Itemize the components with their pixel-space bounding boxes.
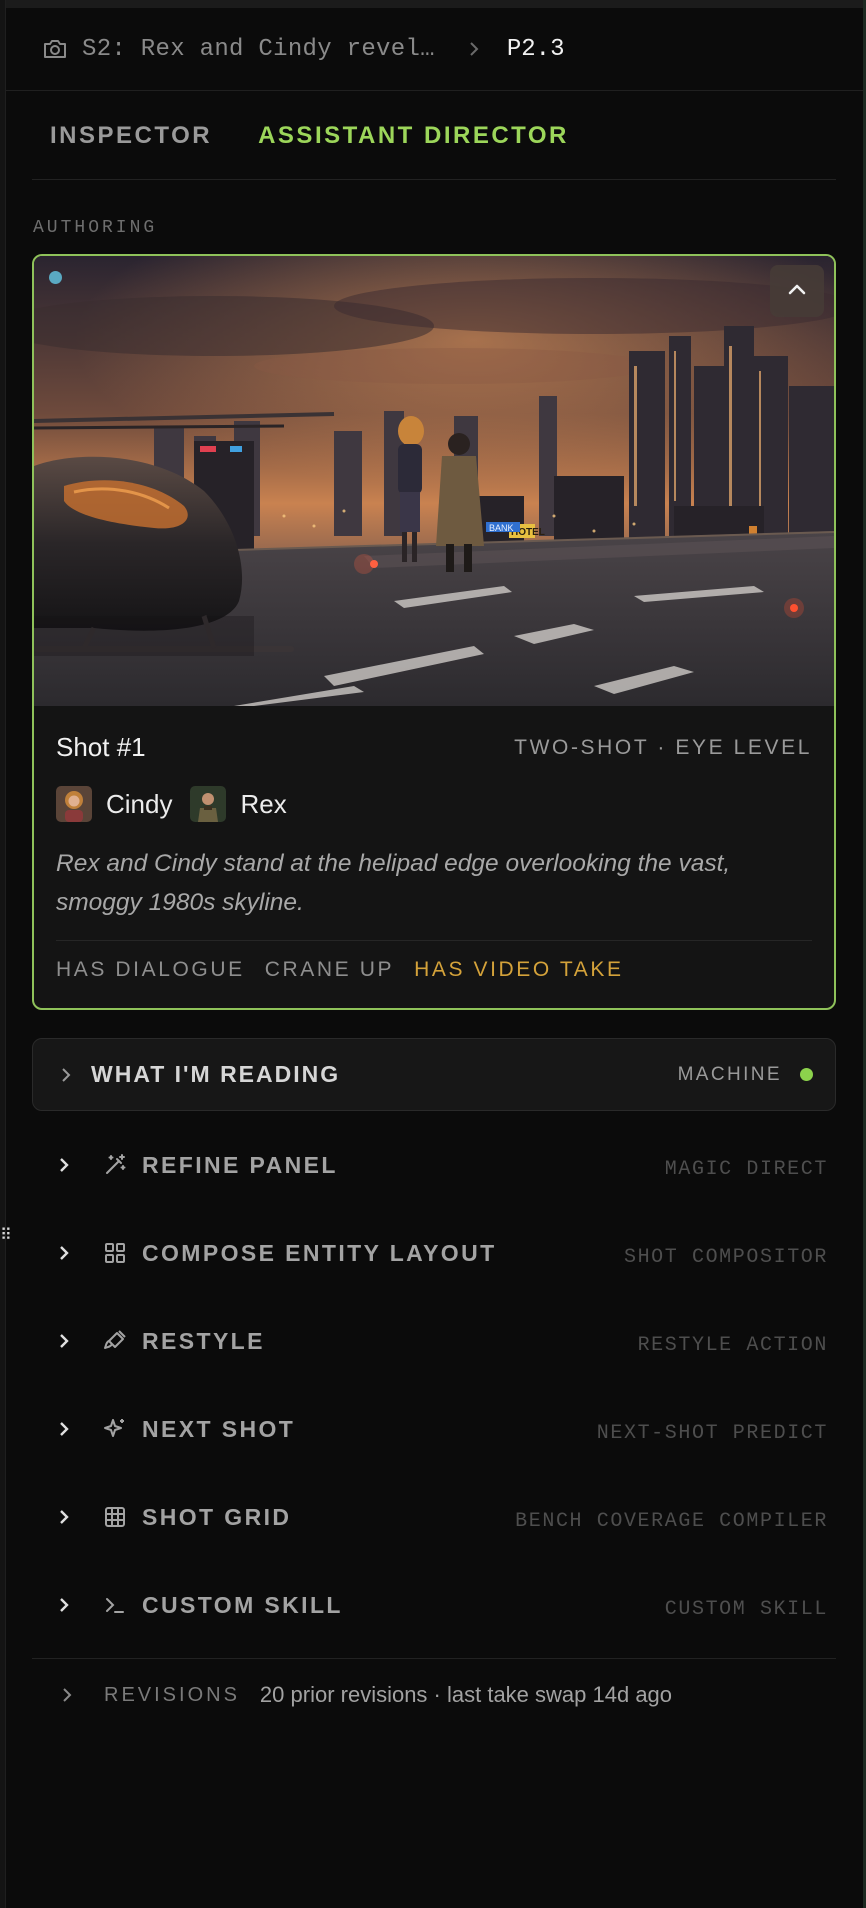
revisions-section[interactable]: REVISIONS 20 prior revisions · last take…	[62, 1670, 672, 1720]
revisions-label: REVISIONS	[104, 1683, 240, 1706]
character-chip[interactable]: Cindy	[56, 786, 172, 822]
chevron-right-icon	[58, 1508, 92, 1526]
skill-source: BENCH COVERAGE COMPILER	[515, 1509, 828, 1533]
skill-source: MAGIC DIRECT	[664, 1157, 828, 1181]
skill-label: SHOT GRID	[142, 1503, 292, 1530]
shot-tags: HAS DIALOGUE CRANE UP HAS VIDEO TAKE	[56, 958, 644, 982]
reading-source: MACHINE	[677, 1063, 782, 1085]
chevron-right-icon	[55, 1067, 77, 1083]
app-root: ⠿ S2: Rex and Cindy revel… P2.3 INSPECTO…	[0, 0, 866, 1908]
shot-thumbnail[interactable]: HOTEL BANK	[34, 256, 834, 706]
breadcrumb-shot-id: P2.3	[506, 35, 565, 63]
skill-custom-skill[interactable]: CUSTOM SKILL CUSTOM SKILL	[58, 1575, 828, 1635]
chevron-right-icon	[58, 1420, 92, 1438]
skill-source: NEXT-SHOT PREDICT	[596, 1421, 828, 1445]
tag-crane-up: CRANE UP	[264, 958, 395, 981]
skill-source: SHOT COMPOSITOR	[623, 1245, 828, 1269]
breadcrumb: S2: Rex and Cindy revel… P2.3	[6, 8, 863, 91]
grid-icon	[102, 1504, 128, 1530]
chevron-right-icon	[465, 40, 483, 58]
chevron-right-icon	[62, 1687, 82, 1703]
chevron-right-icon	[58, 1156, 92, 1174]
tag-has-video-take[interactable]: HAS VIDEO TAKE	[414, 958, 624, 982]
character-name: Rex	[240, 788, 287, 819]
shot-framing: TWO-SHOT · EYE LEVEL	[514, 736, 812, 759]
skill-label: COMPOSE ENTITY LAYOUT	[142, 1239, 497, 1266]
revisions-info: 20 prior revisions · last take swap 14d …	[259, 1682, 673, 1707]
sparkles-icon	[102, 1416, 128, 1442]
chevron-right-icon	[58, 1332, 92, 1350]
character-list: Cindy Rex	[56, 786, 305, 822]
panel-tabs: INSPECTOR ASSISTANT DIRECTOR	[32, 92, 836, 180]
tab-assistant-director[interactable]: ASSISTANT DIRECTOR	[240, 122, 587, 150]
collapse-button[interactable]	[770, 265, 824, 317]
tab-inspector[interactable]: INSPECTOR	[32, 122, 230, 150]
reading-label: WHAT I'M READING	[91, 1061, 341, 1087]
skill-restyle[interactable]: RESTYLE RESTYLE ACTION	[58, 1311, 828, 1371]
what-im-reading-section[interactable]: WHAT I'M READING MACHINE	[32, 1038, 836, 1111]
skill-label: NEXT SHOT	[142, 1415, 296, 1442]
skill-source: CUSTOM SKILL	[664, 1597, 828, 1621]
section-label-authoring: AUTHORING	[33, 218, 158, 238]
skill-label: RESTYLE	[142, 1327, 265, 1354]
skill-compose-entity-layout[interactable]: COMPOSE ENTITY LAYOUT SHOT COMPOSITOR	[58, 1223, 828, 1283]
skill-source: RESTYLE ACTION	[637, 1333, 828, 1357]
card-divider	[56, 940, 812, 941]
shot-description: Rex and Cindy stand at the helipad edge …	[56, 850, 731, 916]
chevron-right-icon	[58, 1244, 92, 1262]
bank-sign: BANK	[489, 523, 514, 533]
skill-refine-panel[interactable]: REFINE PANEL MAGIC DIRECT	[58, 1135, 828, 1195]
paintbrush-icon	[102, 1328, 128, 1354]
rex-avatar	[190, 786, 227, 822]
camera-icon	[42, 36, 68, 62]
shot-card[interactable]: HOTEL BANK Shot #1 TWO-SHOT · EYE LEVEL …	[32, 254, 836, 1010]
skill-next-shot[interactable]: NEXT SHOT NEXT-SHOT PREDICT	[58, 1399, 828, 1459]
skill-label: CUSTOM SKILL	[142, 1591, 343, 1618]
top-strip	[0, 0, 866, 8]
chevron-up-icon	[787, 282, 807, 301]
character-name: Cindy	[106, 788, 173, 819]
revisions-divider	[32, 1658, 836, 1659]
shot-title: Shot #1	[56, 732, 146, 762]
status-dot	[49, 271, 62, 284]
skill-label: REFINE PANEL	[142, 1151, 338, 1178]
machine-status-dot	[800, 1068, 813, 1081]
magic-wand-icon	[102, 1152, 128, 1178]
resize-handle-icon[interactable]: ⠿	[0, 1222, 14, 1248]
breadcrumb-scene[interactable]: S2: Rex and Cindy revel…	[82, 36, 435, 63]
skill-shot-grid[interactable]: SHOT GRID BENCH COVERAGE COMPILER	[58, 1487, 828, 1547]
terminal-icon	[102, 1592, 128, 1618]
cindy-avatar	[56, 786, 92, 822]
character-chip[interactable]: Rex	[190, 786, 287, 822]
left-panel-edge	[0, 0, 6, 1908]
tag-has-dialogue: HAS DIALOGUE	[56, 958, 245, 981]
chevron-right-icon	[58, 1596, 92, 1614]
layout-grid-icon	[102, 1240, 128, 1266]
